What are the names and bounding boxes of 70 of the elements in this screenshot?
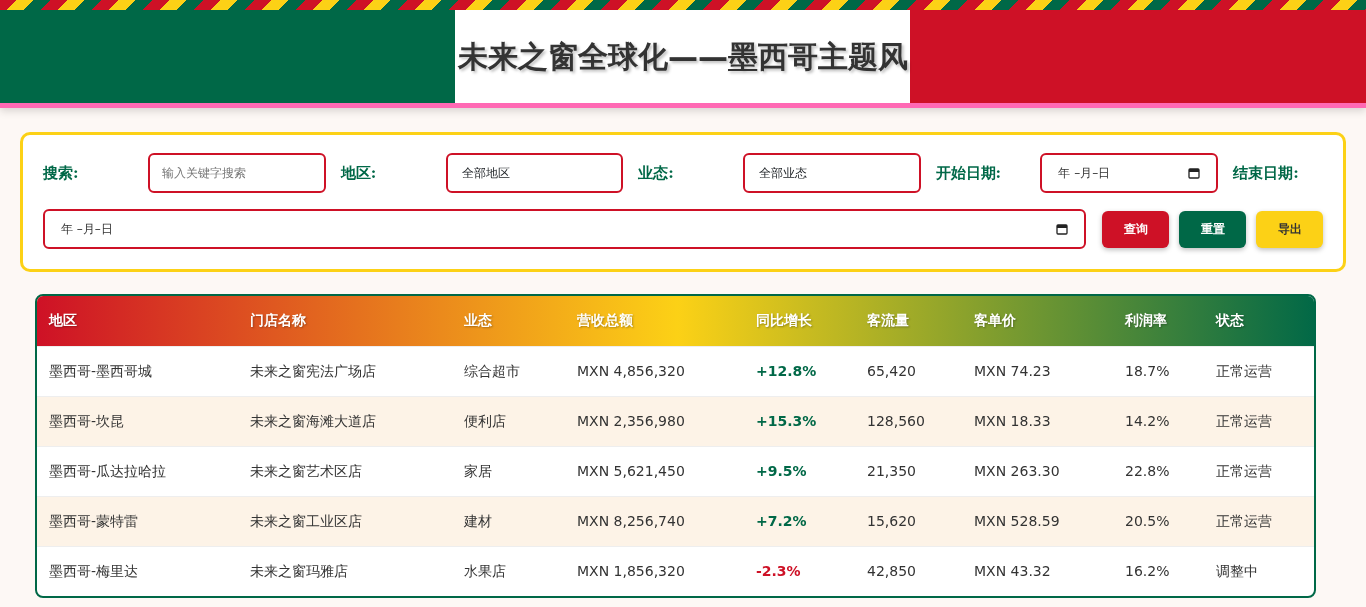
table-cell: 16.2%: [1113, 546, 1204, 596]
table-cell: 未来之窗海滩大道店: [238, 396, 452, 446]
filter-label: 开始日期:: [935, 162, 1003, 184]
table-cell: 22.8%: [1113, 446, 1204, 496]
table-cell: MXN 74.23: [962, 346, 1113, 396]
format-select[interactable]: 全部业态: [743, 153, 921, 193]
table-cell: 128,560: [855, 396, 962, 446]
table-cell: 正常运营: [1204, 346, 1314, 396]
column-header: 利润率: [1113, 296, 1204, 346]
date-field[interactable]: 年 –月–日: [1040, 153, 1219, 193]
table-cell: MXN 8,256,740: [565, 496, 744, 546]
column-header: 地区: [37, 296, 238, 346]
table-cell: 15,620: [855, 496, 962, 546]
column-header: 客单价: [962, 296, 1113, 346]
column-header: 客流量: [855, 296, 962, 346]
table-cell: 水果店: [452, 546, 565, 596]
query-button[interactable]: 查询: [1102, 210, 1169, 248]
table-cell: 调整中: [1204, 546, 1314, 596]
page-title: 未来之窗全球化——墨西哥主题风: [458, 38, 908, 76]
date-field[interactable]: 年 –月–日: [43, 209, 1086, 249]
calendar-icon: [1056, 223, 1068, 235]
growth-cell: +9.5%: [744, 446, 855, 496]
growth-cell: -2.3%: [744, 546, 855, 596]
table-cell: MXN 18.33: [962, 396, 1113, 446]
growth-cell: +7.2%: [744, 496, 855, 546]
table-cell: 建材: [452, 496, 565, 546]
table-cell: 墨西哥-墨西哥城: [37, 346, 238, 396]
table-cell: 墨西哥-梅里达: [37, 546, 238, 596]
table-cell: MXN 1,856,320: [565, 546, 744, 596]
region-select[interactable]: 全部地区: [445, 153, 624, 193]
table-cell: 墨西哥-坎昆: [37, 396, 238, 446]
table-cell: 综合超市: [452, 346, 565, 396]
table-cell: 65,420: [855, 346, 962, 396]
table-cell: MXN 2,356,980: [565, 396, 744, 446]
column-header: 营收总额: [565, 296, 744, 346]
table-cell: MXN 43.32: [962, 546, 1113, 596]
table-cell: 未来之窗工业区店: [238, 496, 452, 546]
table-cell: 14.2%: [1113, 396, 1204, 446]
table-cell: 未来之窗艺术区店: [238, 446, 452, 496]
table-cell: MXN 263.30: [962, 446, 1113, 496]
reset-button[interactable]: 重置: [1179, 210, 1246, 248]
table-cell: 正常运营: [1204, 496, 1314, 546]
growth-cell: +12.8%: [744, 346, 855, 396]
table-cell: 墨西哥-瓜达拉哈拉: [37, 446, 238, 496]
table-cell: MXN 5,621,450: [565, 446, 744, 496]
table-cell: 未来之窗玛雅店: [238, 546, 452, 596]
table-cell: 未来之窗宪法广场店: [238, 346, 452, 396]
table-cell: 18.7%: [1113, 346, 1204, 396]
table-cell: 正常运营: [1204, 446, 1314, 496]
filter-label: 搜索:: [43, 162, 80, 184]
calendar-icon: [1188, 167, 1201, 179]
filter-label: 业态:: [638, 162, 675, 184]
table-cell: 20.5%: [1113, 496, 1204, 546]
table-cell: 正常运营: [1204, 396, 1314, 446]
filter-label: 地区:: [340, 162, 378, 184]
filter-label: 结束日期:: [1233, 162, 1300, 184]
column-header: 同比增长: [744, 296, 855, 346]
table-cell: 家居: [452, 446, 565, 496]
column-header: 门店名称: [238, 296, 452, 346]
table-cell: MXN 528.59: [962, 496, 1113, 546]
export-button[interactable]: 导出: [1256, 210, 1323, 248]
table-cell: 墨西哥-蒙特雷: [37, 496, 238, 546]
table-cell: MXN 4,856,320: [565, 346, 744, 396]
table-cell: 便利店: [452, 396, 565, 446]
table-cell: 21,350: [855, 446, 962, 496]
growth-cell: +15.3%: [744, 396, 855, 446]
search-field[interactable]: 输入关键字搜索: [147, 153, 326, 193]
column-header: 业态: [452, 296, 565, 346]
column-header: 状态: [1204, 296, 1314, 346]
table-cell: 42,850: [855, 546, 962, 596]
